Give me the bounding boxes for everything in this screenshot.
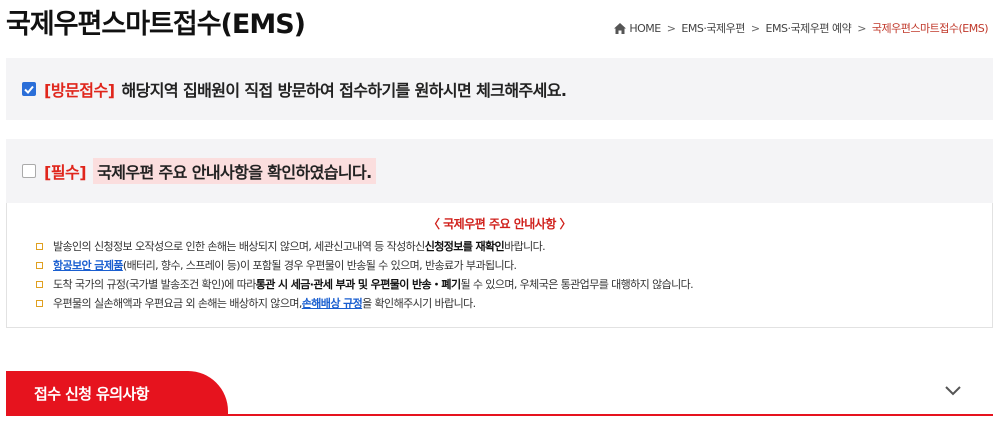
breadcrumb-separator: >	[750, 21, 760, 35]
page-title: 국제우편스마트접수(EMS)	[6, 9, 306, 40]
notice-item: 우편물의 실손해액과 우편요금 외 손해는 배상하지 않으며, 손해배상 규정 을…	[36, 294, 992, 313]
breadcrumb-current[interactable]: 국제우편스마트접수(EMS)	[872, 20, 989, 36]
breadcrumb-ems-reservation[interactable]: EMS·국제우편 예약	[766, 20, 852, 36]
required-confirm-checkbox[interactable]	[22, 164, 36, 178]
notice-emphasis: 통관 시 세금·관세 부과 및 우편물이 반송・폐기	[255, 278, 461, 291]
notice-text: 우편물의 실손해액과 우편요금 외 손해는 배상하지 않으며,	[53, 297, 302, 310]
notice-item: 항공보안 금제품 (배터리, 향수, 스프레이 등)이 포함될 경우 우편물이 반…	[36, 256, 992, 275]
notice-text: 발송인의 신청정보 오작성으로 인한 손해는 배상되지 않으며, 세관신고내역 …	[53, 240, 425, 253]
visit-pickup-label: 해당지역 집배원이 직접 방문하여 접수하기를 원하시면 체크해주세요.	[121, 81, 567, 100]
notice-text: 도착 국가의 규정(국가별 발송조건 확인)에 따라	[53, 278, 256, 291]
home-icon	[614, 22, 627, 34]
aviation-security-link[interactable]: 항공보안 금제품	[53, 256, 123, 275]
notice-emphasis: 신청정보를 재확인	[424, 240, 505, 253]
required-confirm-label: 국제우편 주요 안내사항을 확인하였습니다.	[93, 158, 376, 184]
breadcrumb-ems-international[interactable]: EMS·국제우편	[681, 20, 745, 36]
accordion-header-precautions[interactable]: 접수 신청 유의사항	[6, 371, 228, 415]
breadcrumb-separator: >	[857, 21, 866, 35]
notice-title: 〈 국제우편 주요 안내사항 〉	[427, 217, 572, 231]
breadcrumb-separator: >	[666, 21, 676, 35]
required-tag: [필수]	[44, 163, 87, 182]
notice-panel: 〈 국제우편 주요 안내사항 〉 발송인의 신청정보 오작성으로 인한 손해는 …	[6, 203, 993, 328]
breadcrumb-home[interactable]: HOME	[629, 22, 661, 35]
bullet-icon	[36, 281, 43, 288]
visit-pickup-checkbox[interactable]	[22, 82, 36, 96]
required-confirm-option[interactable]: [필수] 국제우편 주요 안내사항을 확인하였습니다.	[6, 139, 993, 203]
visit-pickup-tag: [방문접수]	[44, 81, 115, 100]
bullet-icon	[36, 300, 43, 307]
visit-pickup-option[interactable]: [방문접수] 해당지역 집배원이 직접 방문하여 접수하기를 원하시면 체크해주…	[6, 58, 993, 120]
chevron-down-icon[interactable]	[944, 383, 962, 397]
bullet-icon	[36, 243, 43, 250]
accordion-divider	[6, 414, 993, 416]
breadcrumb: HOME > EMS·국제우편 > EMS·국제우편 예약 > 국제우편스마트접…	[614, 20, 989, 36]
compensation-rules-link[interactable]: 손해배상 규정	[302, 294, 363, 313]
notice-text: 을 확인해주시기 바랍니다.	[362, 297, 476, 310]
notice-text: 바랍니다.	[504, 240, 546, 253]
notice-list: 발송인의 신청정보 오작성으로 인한 손해는 배상되지 않으며, 세관신고내역 …	[7, 237, 992, 313]
notice-text: 될 수 있으며, 우체국은 통관업무를 대행하지 않습니다.	[460, 278, 694, 291]
notice-text: (배터리, 향수, 스프레이 등)이 포함될 경우 우편물이 반송될 수 있으며…	[122, 259, 517, 272]
accordion-label: 접수 신청 유의사항	[34, 384, 149, 403]
bullet-icon	[36, 262, 43, 269]
check-icon	[24, 85, 34, 94]
notice-item: 도착 국가의 규정(국가별 발송조건 확인)에 따라 통관 시 세금·관세 부과…	[36, 275, 992, 294]
notice-item: 발송인의 신청정보 오작성으로 인한 손해는 배상되지 않으며, 세관신고내역 …	[36, 237, 992, 256]
